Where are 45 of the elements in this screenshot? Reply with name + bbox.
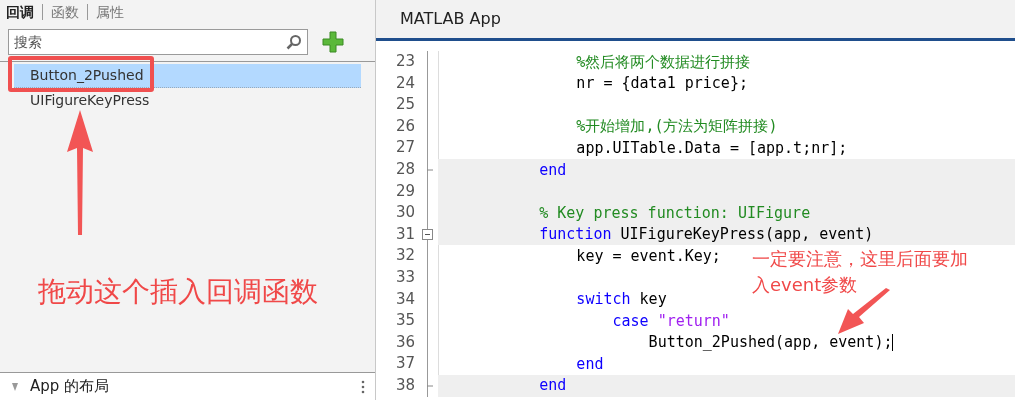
search-field[interactable]: 搜索: [8, 29, 308, 55]
code-line: function UIFigureKeyPress(app, event): [538, 224, 874, 246]
code-line: Button_2Pushed(app, event);: [647, 332, 893, 354]
line-number: 29: [395, 181, 415, 200]
fold-end-icon: [427, 168, 433, 171]
panel-tab[interactable]: 属性: [96, 1, 124, 23]
code-line: end: [575, 353, 604, 375]
code-line: end: [538, 375, 567, 397]
callback-item[interactable]: Button_2Pushed: [14, 64, 361, 88]
line-number: 33: [395, 267, 415, 286]
callback-item[interactable]: UIFigureKeyPress: [14, 88, 361, 112]
window-title: MATLAB App: [400, 8, 501, 30]
search-icon[interactable]: [286, 34, 302, 50]
line-number: 26: [395, 116, 415, 135]
annotation-text: 拖动这个插入回调函数: [38, 274, 318, 310]
code-line: key = event.Key;: [575, 245, 721, 267]
code-line: switch key: [575, 289, 667, 311]
line-number: 23: [395, 52, 415, 70]
line-number: 31: [395, 224, 415, 243]
code-line: nr = {data1 price};: [575, 73, 748, 95]
section-title[interactable]: App 的布局: [30, 375, 110, 398]
line-number: 24: [395, 73, 415, 92]
line-number: 32: [395, 246, 415, 265]
line-number: 35: [395, 311, 415, 330]
add-icon[interactable]: [322, 31, 344, 53]
code-line: % Key press function: UIFigure: [538, 202, 811, 224]
annotation-text: 一定要注意，这里后面要加入event参数: [752, 247, 969, 297]
code-line: %然后将两个数据进行拼接: [575, 51, 751, 73]
line-number: 36: [395, 332, 415, 351]
code-line: app.UITable.Data = [app.t;nr];: [575, 137, 848, 159]
collapse-icon[interactable]: [422, 228, 433, 240]
line-number: 27: [395, 138, 415, 157]
line-number: 34: [395, 289, 415, 308]
code-line: %开始增加,(方法为矩阵拼接): [575, 116, 778, 138]
line-number: 38: [395, 375, 415, 394]
line-number: 28: [395, 159, 415, 178]
panel-tab[interactable]: 函数: [51, 1, 79, 23]
panel-tab[interactable]: 回调: [6, 1, 34, 23]
line-number: 30: [395, 203, 415, 222]
code-line: end: [538, 159, 567, 181]
fold-end-icon: [427, 384, 433, 387]
line-number: 25: [395, 95, 415, 114]
line-number: 37: [395, 354, 415, 373]
code-line: case "return": [611, 310, 730, 332]
more-icon[interactable]: [361, 379, 365, 394]
